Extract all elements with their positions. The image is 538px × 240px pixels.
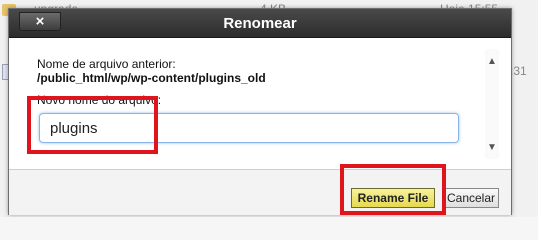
old-file-path: /public_html/wp/wp-content/plugins_old <box>37 71 266 85</box>
button-highlight-box <box>340 164 446 215</box>
scroll-down-icon[interactable]: ▼ <box>485 141 499 155</box>
dialog-scrollbar[interactable]: ▲ ▼ <box>485 49 499 159</box>
scroll-up-icon[interactable]: ▲ <box>485 55 499 69</box>
dialog-title: Renomear <box>223 15 297 32</box>
old-name-label: Nome de arquivo anterior: <box>37 57 176 71</box>
cancel-button[interactable]: Cancelar <box>443 188 499 208</box>
file-date: :31 <box>510 64 527 78</box>
input-highlight-box <box>27 96 158 154</box>
dialog-titlebar: × Renomear <box>9 9 511 38</box>
page: upgrade 4 KB Hoje 15:55 :31 × Renomear N… <box>0 0 538 217</box>
